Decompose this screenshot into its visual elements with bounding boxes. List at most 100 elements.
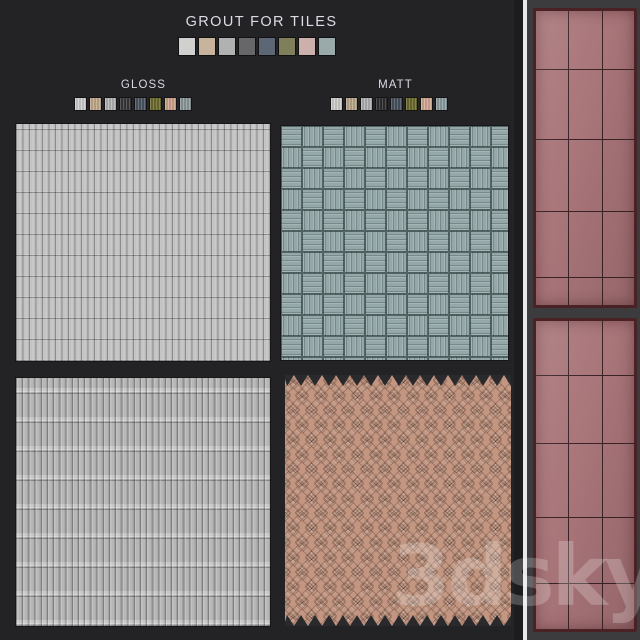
page-title: GROUT FOR TILES bbox=[185, 14, 338, 30]
master-swatch-0[interactable] bbox=[178, 37, 196, 56]
tile-sample-matt-herringbone[interactable] bbox=[285, 375, 511, 626]
master-swatch-5[interactable] bbox=[278, 37, 296, 56]
weave-cell bbox=[323, 273, 344, 294]
gloss-swatch-7[interactable] bbox=[179, 97, 192, 111]
weave-cell bbox=[491, 357, 508, 360]
weave-cell bbox=[365, 336, 386, 357]
weave-cell bbox=[302, 147, 323, 168]
weave-cell bbox=[281, 315, 302, 336]
matt-swatch-4[interactable] bbox=[390, 97, 403, 111]
render-panel-top[interactable] bbox=[533, 8, 637, 308]
matt-swatch-1[interactable] bbox=[345, 97, 358, 111]
weave-cell bbox=[491, 252, 508, 273]
weave-cell bbox=[386, 147, 407, 168]
weave-cell bbox=[470, 273, 491, 294]
weave-cell bbox=[281, 147, 302, 168]
weave-cell bbox=[323, 315, 344, 336]
divider-shadow bbox=[514, 0, 523, 640]
weave-cell bbox=[470, 315, 491, 336]
weave-cell bbox=[281, 168, 302, 189]
matt-swatch-2[interactable] bbox=[360, 97, 373, 111]
weave-cell bbox=[365, 273, 386, 294]
weave-cell bbox=[449, 252, 470, 273]
master-swatch-3[interactable] bbox=[238, 37, 256, 56]
pattern-fine-subway-brick bbox=[16, 124, 270, 361]
gloss-swatch-2[interactable] bbox=[104, 97, 117, 111]
gloss-swatch-4[interactable] bbox=[134, 97, 147, 111]
weave-cell bbox=[449, 168, 470, 189]
weave-cell bbox=[386, 294, 407, 315]
weave-cell bbox=[449, 273, 470, 294]
weave-cell bbox=[386, 252, 407, 273]
weave-cell bbox=[449, 357, 470, 360]
weave-cell bbox=[365, 210, 386, 231]
master-swatch-4[interactable] bbox=[258, 37, 276, 56]
gloss-swatch-3[interactable] bbox=[119, 97, 132, 111]
weave-cell bbox=[365, 294, 386, 315]
weave-cell bbox=[302, 315, 323, 336]
weave-cell bbox=[449, 189, 470, 210]
weave-cell bbox=[302, 168, 323, 189]
pattern-stacked-vertical-brick bbox=[16, 378, 270, 626]
master-swatch-1[interactable] bbox=[198, 37, 216, 56]
weave-cell bbox=[407, 336, 428, 357]
weave-cell bbox=[470, 231, 491, 252]
weave-cell bbox=[323, 231, 344, 252]
weave-cell bbox=[491, 210, 508, 231]
matt-swatch-5[interactable] bbox=[405, 97, 418, 111]
weave-cell bbox=[428, 294, 449, 315]
weave-cell bbox=[407, 210, 428, 231]
matt-swatch-6[interactable] bbox=[420, 97, 433, 111]
weave-cell bbox=[491, 168, 508, 189]
tile-sample-gloss-stacked-brick[interactable] bbox=[16, 378, 270, 626]
weave-cell bbox=[344, 231, 365, 252]
weave-cell bbox=[470, 210, 491, 231]
weave-cell bbox=[281, 273, 302, 294]
render-panel-bottom[interactable] bbox=[533, 318, 637, 632]
tile-sample-gloss-brick[interactable] bbox=[16, 124, 270, 361]
gloss-swatch-0[interactable] bbox=[74, 97, 87, 111]
weave-cell bbox=[302, 273, 323, 294]
weave-cell bbox=[449, 294, 470, 315]
master-swatch-6[interactable] bbox=[298, 37, 316, 56]
weave-cell bbox=[428, 336, 449, 357]
matt-swatch-0[interactable] bbox=[330, 97, 343, 111]
weave-cell bbox=[449, 336, 470, 357]
weave-cell bbox=[407, 357, 428, 360]
matt-swatch-7[interactable] bbox=[435, 97, 448, 111]
weave-cell bbox=[365, 168, 386, 189]
master-swatch-2[interactable] bbox=[218, 37, 236, 56]
weave-cell bbox=[323, 357, 344, 360]
weave-cell bbox=[302, 336, 323, 357]
weave-cell bbox=[281, 294, 302, 315]
weave-cell bbox=[365, 126, 386, 147]
gloss-swatch-1[interactable] bbox=[89, 97, 102, 111]
weave-cell bbox=[470, 168, 491, 189]
panel-shading bbox=[536, 321, 634, 629]
weave-cell bbox=[344, 147, 365, 168]
pattern-herringbone bbox=[285, 375, 511, 626]
weave-cell bbox=[470, 294, 491, 315]
master-swatch-7[interactable] bbox=[318, 37, 336, 56]
weave-cell bbox=[386, 189, 407, 210]
weave-cell bbox=[281, 336, 302, 357]
pattern-basketweave bbox=[281, 126, 508, 360]
weave-cell bbox=[449, 147, 470, 168]
weave-cell bbox=[323, 126, 344, 147]
weave-cell bbox=[302, 126, 323, 147]
gloss-swatch-5[interactable] bbox=[149, 97, 162, 111]
gloss-swatch-6[interactable] bbox=[164, 97, 177, 111]
weave-cell bbox=[323, 252, 344, 273]
weave-cell bbox=[365, 189, 386, 210]
weave-cell bbox=[323, 210, 344, 231]
weave-cell bbox=[344, 273, 365, 294]
group-title-gloss: GLOSS bbox=[120, 79, 167, 91]
weave-cell bbox=[386, 231, 407, 252]
tile-sample-matt-basketweave[interactable] bbox=[281, 126, 508, 360]
weave-cell bbox=[323, 336, 344, 357]
weave-cell bbox=[428, 273, 449, 294]
screenshot-stage: GROUT FOR TILES GLOSS MATT 3dsky bbox=[0, 0, 640, 640]
weave-cell bbox=[386, 315, 407, 336]
weave-cell bbox=[302, 294, 323, 315]
matt-swatch-3[interactable] bbox=[375, 97, 388, 111]
